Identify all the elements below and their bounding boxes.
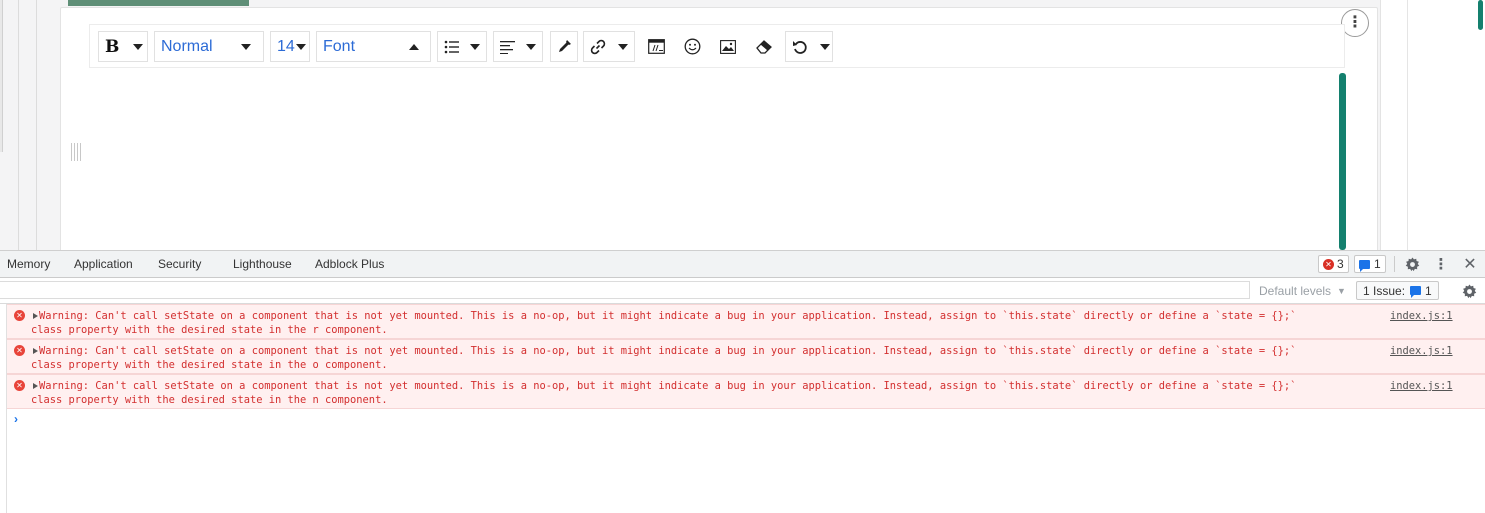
error-count-badge[interactable]: ✕ 3 [1318, 255, 1349, 273]
close-devtools-button[interactable]: ✕ [1460, 254, 1480, 274]
more-menu-button[interactable]: ⋮ [1431, 254, 1451, 274]
source-link[interactable]: index.js:1 [1390, 309, 1453, 323]
align-left-icon [500, 40, 515, 54]
error-icon: ✕ [14, 380, 25, 391]
source-link[interactable]: index.js:1 [1390, 379, 1453, 393]
bold-label: B [105, 36, 120, 57]
right-side-panel [1380, 0, 1485, 250]
console-warning-row[interactable]: ✕ Warning: Can't call setState on a comp… [7, 374, 1485, 409]
chevron-down-icon: ▼ [1337, 286, 1346, 296]
console-filter-bar: Default levels ▼ 1 Issue: 1 [0, 278, 1485, 304]
tab-lighthouse[interactable]: Lighthouse [233, 257, 292, 271]
more-options-button[interactable]: ⋮ [1341, 9, 1369, 37]
error-count: 3 [1337, 257, 1344, 271]
link-dropdown[interactable] [583, 31, 635, 62]
console-prompt[interactable]: › [14, 412, 18, 426]
eraser-icon [755, 40, 772, 54]
vertical-ellipsis-icon: ⋮ [1347, 14, 1363, 31]
gear-icon [1462, 283, 1476, 298]
gear-icon [1405, 256, 1419, 271]
web-page: ⋮ B Normal 14 Font [0, 0, 1485, 250]
issues-button[interactable]: 1 Issue: 1 [1356, 281, 1439, 300]
issue-icon [1410, 286, 1422, 298]
screen: ⋮ B Normal 14 Font Memory Application Se… [0, 0, 1485, 513]
devtools-tab-bar: Memory Application Security Lighthouse A… [0, 251, 1485, 278]
smiley-icon [684, 38, 700, 55]
warning-message: Warning: Can't call setState on a compon… [31, 310, 1297, 336]
chevron-down-icon [526, 43, 536, 50]
left-edge-panel [0, 0, 3, 152]
undo-icon [793, 40, 807, 54]
filter-input[interactable] [0, 281, 1250, 299]
text-color-button[interactable] [550, 31, 578, 62]
devtools-panel: Memory Application Security Lighthouse A… [0, 250, 1485, 513]
toolbar-divider [1394, 256, 1395, 272]
warning-message: Warning: Can't call setState on a compon… [31, 380, 1297, 406]
console-settings-button[interactable] [1459, 281, 1479, 301]
error-icon: ✕ [14, 345, 25, 356]
chevron-down-icon [820, 43, 830, 50]
issues-label: 1 Issue: [1363, 283, 1406, 298]
settings-button[interactable] [1402, 254, 1422, 274]
clear-formatting-button[interactable] [750, 31, 778, 62]
page-scrollbar[interactable] [1478, 0, 1483, 30]
error-icon: ✕ [14, 310, 25, 321]
log-levels-label: Default levels [1259, 284, 1332, 298]
embed-code-icon [647, 39, 665, 54]
chevron-up-icon [409, 43, 419, 50]
font-size-select[interactable]: 14 [270, 31, 310, 62]
message-count: 1 [1374, 257, 1381, 271]
console-warning-row[interactable]: ✕ Warning: Can't call setState on a comp… [7, 304, 1485, 339]
chevron-down-icon [133, 43, 144, 50]
log-levels-dropdown[interactable]: Default levels ▼ [1259, 284, 1346, 298]
image-icon [720, 39, 736, 54]
font-size-value: 14 [277, 37, 295, 55]
editor-toolbar: B Normal 14 Font [89, 24, 1345, 68]
paragraph-style-value: Normal [161, 37, 213, 55]
bulleted-list-icon [444, 40, 459, 53]
eyedropper-icon [558, 40, 571, 52]
warning-message: Warning: Can't call setState on a compon… [31, 345, 1297, 371]
console-output: ✕ Warning: Can't call setState on a comp… [0, 304, 1485, 513]
error-icon: ✕ [1323, 258, 1334, 270]
close-icon: ✕ [1463, 256, 1477, 273]
align-dropdown[interactable] [493, 31, 543, 62]
tab-memory[interactable]: Memory [7, 257, 50, 271]
font-family-value: Font [323, 37, 356, 55]
chevron-down-icon [470, 43, 480, 50]
embed-button[interactable] [642, 31, 670, 62]
bold-dropdown[interactable]: B [98, 31, 148, 62]
source-link[interactable]: index.js:1 [1390, 344, 1453, 358]
undo-dropdown[interactable] [785, 31, 833, 62]
tab-adblock-plus[interactable]: Adblock Plus [315, 257, 384, 271]
page-divider [36, 0, 37, 250]
message-count-badge[interactable]: 1 [1354, 255, 1386, 273]
chevron-down-icon [295, 43, 306, 50]
tab-security[interactable]: Security [158, 257, 201, 271]
paragraph-style-select[interactable]: Normal [154, 31, 264, 62]
issues-count: 1 [1425, 283, 1432, 298]
chevron-down-icon [241, 43, 251, 50]
image-button[interactable] [714, 31, 742, 62]
console-warning-row[interactable]: ✕ Warning: Can't call setState on a comp… [7, 339, 1485, 374]
vertical-ellipsis-icon: ⋮ [1433, 256, 1449, 273]
font-family-select[interactable]: Font [316, 31, 431, 62]
console-gutter [0, 304, 7, 513]
link-icon [590, 39, 606, 54]
emoji-button[interactable] [678, 31, 706, 62]
message-icon [1359, 259, 1370, 272]
chevron-down-icon [618, 43, 628, 50]
tab-application[interactable]: Application [74, 257, 133, 271]
editor-scrollbar[interactable] [1339, 73, 1346, 250]
page-divider [18, 0, 19, 250]
list-dropdown[interactable] [437, 31, 487, 62]
resize-grip[interactable] [71, 143, 81, 161]
active-tab-indicator [68, 0, 249, 6]
